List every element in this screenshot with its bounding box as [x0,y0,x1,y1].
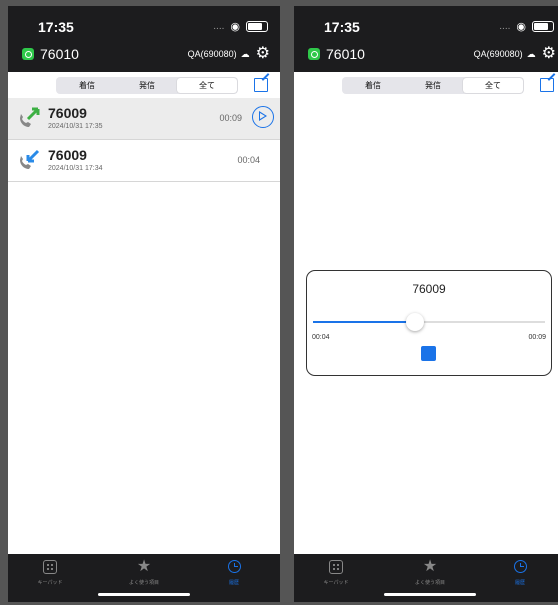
play-button[interactable] [252,106,274,128]
tab-label: キーパッド [323,580,349,586]
call-row[interactable]: 76009 2024/10/31 17:34 00:04 [8,140,280,182]
tab-bar: キーパッド ★ よく使う項目 履歴 [8,554,280,602]
segmented-control: 着信 発信 全て [342,77,524,94]
filter-bar: 着信 発信 全て [294,72,558,98]
tab-label: 履歴 [514,580,525,586]
wifi-icon: ◉ [516,21,526,33]
extension-number: 76010 [40,46,79,62]
status-time: 17:35 [324,19,360,35]
segmented-control: 着信 発信 全て [56,77,238,94]
tab-keypad[interactable]: キーパッド [20,558,80,586]
gear-icon[interactable]: ⚙ [256,46,270,62]
playback-dialog: 76009 00:04 00:09 [306,270,552,376]
tab-label: よく使う項目 [128,580,159,586]
tab-label: よく使う項目 [414,580,445,586]
battery-icon [246,21,268,32]
app-bar: 76010 QA(690080) ☁ ⚙ [22,44,270,64]
battery-icon [532,21,554,32]
tab-history[interactable]: 履歴 [490,558,550,586]
edit-icon[interactable] [254,78,268,92]
top-bar: 17:35 .... ◉ 76010 QA(690080) ☁ ⚙ [8,6,280,72]
segment-outgoing[interactable]: 発信 [117,78,177,93]
elapsed-time: 00:04 [312,334,330,341]
call-row[interactable]: 76009 2024/10/31 17:35 00:09 [8,98,280,140]
status-time: 17:35 [38,19,74,35]
playback-number: 76009 [412,282,446,296]
server-label: QA(690080) [187,49,237,59]
segment-incoming[interactable]: 着信 [343,78,403,93]
status-indicator-icon [308,48,320,60]
star-icon: ★ [422,558,438,575]
edit-icon[interactable] [540,78,554,92]
extension-number: 76010 [326,46,365,62]
tab-label: 履歴 [228,580,239,586]
tab-bar: キーパッド ★ よく使う項目 履歴 [294,554,558,602]
wifi-icon: ◉ [230,21,240,33]
top-bar: 17:35 .... ◉ 76010 QA(690080) ☁ ⚙ [294,6,558,72]
tab-favorites[interactable]: ★ よく使う項目 [400,558,460,586]
segment-all[interactable]: 全て [177,78,237,93]
call-duration: 00:09 [219,113,242,123]
clock-icon [513,560,527,573]
filter-bar: 着信 発信 全て [8,72,280,98]
screen-call-history: 17:35 .... ◉ 76010 QA(690080) ☁ ⚙ 着信 発信 … [8,6,280,602]
keypad-icon [329,560,343,574]
call-number: 76009 [48,147,87,163]
playback-slider[interactable] [313,313,545,331]
call-number: 76009 [48,105,87,121]
segment-outgoing[interactable]: 発信 [403,78,463,93]
call-datetime: 2024/10/31 17:34 [48,165,103,172]
screen-playback: 17:35 .... ◉ 76010 QA(690080) ☁ ⚙ 着信 発信 … [294,6,558,602]
signal-icon: .... [499,21,511,32]
keypad-icon [43,560,57,574]
call-duration: 00:04 [237,155,260,165]
tab-label: キーパッド [37,580,63,586]
app-bar: 76010 QA(690080) ☁ ⚙ [308,44,556,64]
tab-favorites[interactable]: ★ よく使う項目 [114,558,174,586]
incoming-call-icon [20,149,40,169]
cloud-icon: ☁ [526,48,536,59]
tab-keypad[interactable]: キーパッド [306,558,366,586]
segment-incoming[interactable]: 着信 [57,78,117,93]
tab-history[interactable]: 履歴 [204,558,264,586]
home-indicator [98,593,190,596]
outgoing-call-icon [20,107,40,127]
status-icons: .... ◉ [499,20,554,33]
clock-icon [227,560,241,573]
status-icons: .... ◉ [213,20,268,33]
call-datetime: 2024/10/31 17:35 [48,123,103,130]
signal-icon: .... [213,21,225,32]
segment-all[interactable]: 全て [463,78,523,93]
total-time: 00:09 [528,334,546,341]
status-indicator-icon [22,48,34,60]
server-label: QA(690080) [473,49,523,59]
home-indicator [384,593,476,596]
cloud-icon: ☁ [240,48,250,59]
slider-thumb[interactable] [406,313,425,331]
stop-button[interactable] [421,346,436,361]
star-icon: ★ [136,558,152,575]
slider-fill [313,321,416,323]
gear-icon[interactable]: ⚙ [542,46,556,62]
